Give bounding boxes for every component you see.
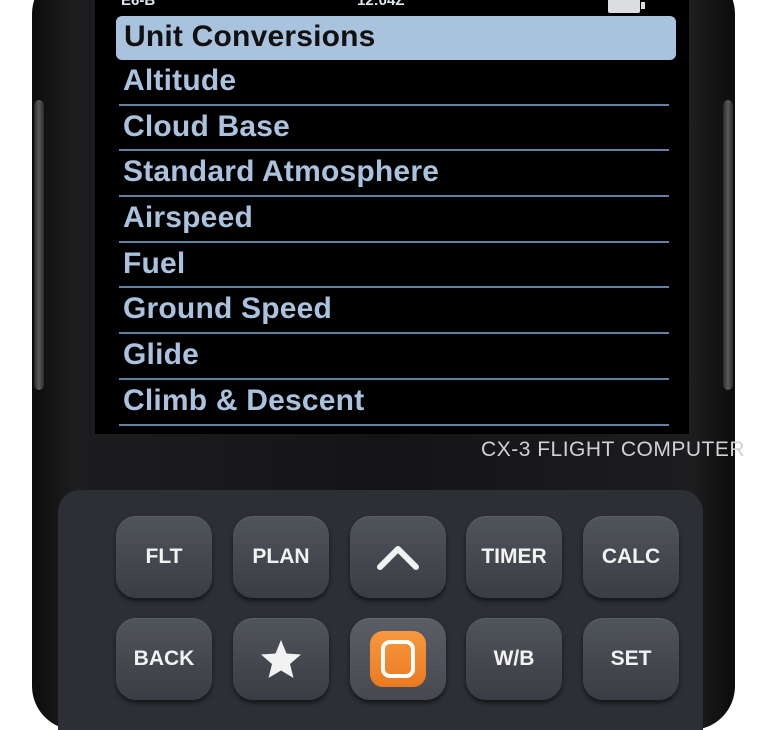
timer-key[interactable]: TIMER — [466, 516, 562, 598]
device-model-label: CX-3 FLIGHT COMPUTER — [481, 438, 745, 461]
weight-balance-key[interactable]: W/B — [466, 618, 562, 700]
left-edge-highlight — [34, 100, 44, 390]
plan-key[interactable]: PLAN — [233, 516, 329, 598]
device-screen: E6-B 12:04Z Unit Conversions Altitude Cl… — [95, 0, 689, 434]
menu-item-glide[interactable]: Glide — [119, 334, 669, 380]
favorites-key[interactable] — [233, 618, 329, 700]
main-menu: Unit Conversions Altitude Cloud Base Sta… — [95, 16, 689, 426]
calc-key[interactable]: CALC — [583, 516, 679, 598]
menu-item-ground-speed[interactable]: Ground Speed — [119, 288, 669, 335]
menu-item-cloud-base[interactable]: Cloud Base — [119, 106, 669, 152]
menu-item-unit-conversions[interactable]: Unit Conversions — [116, 16, 676, 60]
status-bar: E6-B 12:04Z — [95, 0, 689, 13]
menu-item-climb-descent[interactable]: Climb & Descent — [119, 380, 669, 426]
set-key[interactable]: SET — [583, 618, 679, 700]
clock-time: 12:04Z — [357, 0, 405, 9]
right-edge-highlight — [723, 100, 733, 390]
menu-item-airspeed[interactable]: Airspeed — [119, 197, 669, 243]
battery-icon — [608, 0, 645, 13]
home-key[interactable] — [350, 618, 446, 700]
menu-item-standard-atmosphere[interactable]: Standard Atmosphere — [119, 151, 669, 198]
keypad: FLT PLAN TIMER CALC BACK W/B SET — [58, 490, 703, 730]
up-arrow-key[interactable] — [350, 516, 446, 598]
mode-label: E6-B — [121, 0, 156, 9]
back-key[interactable]: BACK — [116, 618, 212, 700]
menu-item-altitude[interactable]: Altitude — [119, 60, 669, 106]
menu-item-fuel[interactable]: Fuel — [119, 243, 669, 289]
up-arrow-icon — [377, 546, 419, 570]
home-icon — [370, 631, 426, 687]
star-icon — [261, 640, 301, 678]
flt-key[interactable]: FLT — [116, 516, 212, 598]
